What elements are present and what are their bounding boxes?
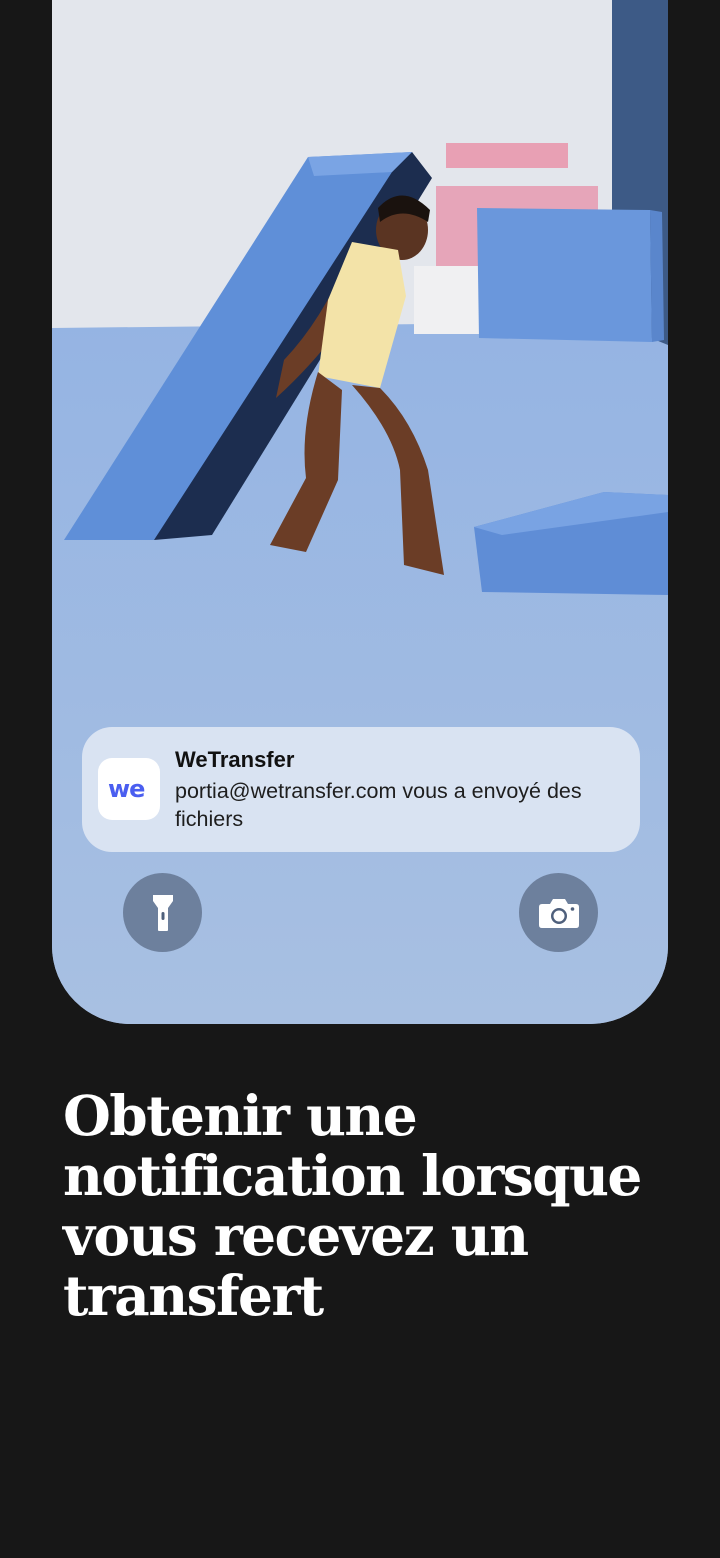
feature-headline: Obtenir une notification lorsque vous re… (63, 1083, 642, 1328)
camera-icon (538, 898, 579, 928)
wallpaper-illustration (52, 0, 668, 1024)
notification-app-name: WeTransfer (175, 747, 295, 772)
phone-lock-screen: we WeTransfer portia@wetransfer.com vous… (52, 0, 668, 1024)
camera-button[interactable] (519, 873, 598, 952)
flashlight-icon (152, 894, 173, 931)
wetransfer-logo-text: we (108, 778, 145, 800)
wetransfer-logo-icon: we (98, 758, 160, 820)
notification-message: portia@wetransfer.com vous a envoyé des … (175, 779, 582, 831)
notification-card[interactable]: we WeTransfer portia@wetransfer.com vous… (82, 727, 640, 852)
onboarding-page: we WeTransfer portia@wetransfer.com vous… (0, 0, 720, 1558)
flashlight-button[interactable] (123, 873, 202, 952)
